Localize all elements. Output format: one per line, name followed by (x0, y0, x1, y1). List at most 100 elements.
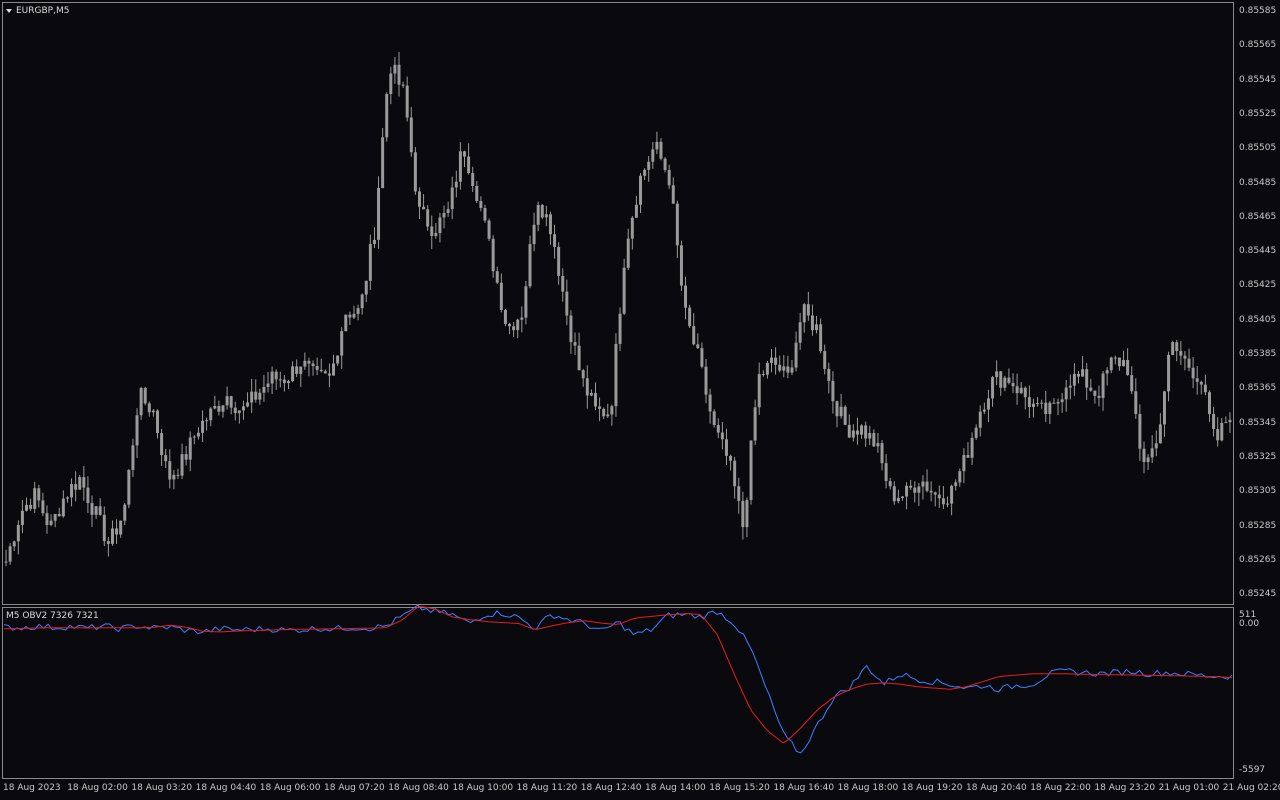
candle-body (921, 481, 925, 487)
candle-body (417, 191, 421, 207)
candle-body (282, 379, 286, 384)
candle-body (299, 366, 303, 374)
candle-body (1003, 377, 1007, 388)
candle-body (438, 217, 442, 234)
candle-body (188, 437, 192, 460)
price-scale-label: 0.85505 (1239, 143, 1277, 154)
symbol-title[interactable]: EURGBP,M5 (6, 6, 69, 16)
dropdown-arrow-icon[interactable] (6, 8, 12, 13)
candle-body (917, 486, 921, 493)
candle-body (512, 326, 516, 331)
candle-body (483, 207, 487, 221)
candle-body (147, 403, 151, 413)
candle-body (958, 471, 962, 483)
candle-body (716, 425, 720, 433)
candle-body (929, 490, 933, 493)
candle-body (458, 151, 462, 182)
candle-body (1060, 399, 1064, 403)
candle-body (61, 498, 65, 517)
indicator-title: M5 OBV2 7326 7321 (6, 611, 99, 621)
candle-body (839, 406, 843, 417)
candle-body (720, 432, 724, 440)
candle-body (794, 342, 798, 368)
candle-body (573, 342, 577, 346)
candle-body (250, 391, 254, 403)
candle-body (1085, 369, 1089, 388)
candle-body (1077, 373, 1080, 377)
candle-body (868, 433, 872, 439)
candle-body (327, 373, 331, 376)
candle-body (1031, 403, 1035, 408)
time-axis-label: 18 Aug 19:20 (901, 783, 963, 793)
candle-body (115, 528, 119, 535)
candle-body (360, 294, 364, 309)
candle-body (598, 406, 602, 409)
price-scale-label: 0.85265 (1239, 554, 1277, 565)
candle-body (12, 541, 16, 547)
candle-body (65, 497, 69, 499)
candle-body (393, 64, 397, 74)
candle-body (1162, 391, 1166, 425)
price-scale-label: 0.85365 (1239, 383, 1277, 394)
candle-body (29, 504, 33, 509)
candle-body (495, 271, 499, 283)
candle-body (1183, 355, 1187, 359)
candle-body (286, 381, 290, 384)
candle-body (847, 424, 851, 438)
candle-body (401, 84, 405, 86)
price-scale-label: 0.85485 (1239, 177, 1277, 188)
candle-body (1048, 402, 1052, 415)
candle-body (978, 411, 982, 428)
price-scale-label: 0.85465 (1239, 211, 1277, 222)
candle-body (98, 506, 102, 515)
candle-body (524, 286, 528, 318)
candle-body (900, 496, 904, 498)
candle-body (503, 310, 507, 324)
candle-body (741, 500, 745, 528)
candle-body (332, 363, 336, 376)
candle-body (385, 94, 389, 138)
candle-body (8, 546, 12, 562)
candle-body (336, 355, 340, 364)
candle-body (962, 455, 966, 472)
candle-body (1081, 369, 1085, 377)
candle-body (1150, 448, 1154, 458)
candle-body (790, 367, 794, 373)
candle-body (581, 370, 585, 379)
price-scale[interactable]: 0.85585 0.85565 0.85545 0.85525 0.85505 0.854… (1235, 0, 1280, 605)
candle-body (1052, 402, 1056, 404)
candle-body (671, 185, 675, 204)
candle-body (434, 233, 438, 236)
candle-body (315, 366, 319, 370)
chart-window[interactable]: EURGBP,M5 M5 OBV2 7326 7321 0.85585 0.855… (0, 0, 1280, 800)
candle-body (937, 494, 941, 499)
candle-body (1007, 377, 1011, 383)
candle-body (544, 214, 548, 218)
candle-body (1015, 386, 1019, 394)
candle-body (213, 405, 217, 409)
candle-body (1158, 424, 1162, 444)
indicator-scale[interactable]: 511 0.00 -5597 (1235, 605, 1280, 785)
candle-body (733, 460, 737, 487)
candlestick-series (3, 51, 1233, 754)
time-axis[interactable]: 18 Aug 2023 18 Aug 02:00 18 Aug 03:20 18 Au… (0, 780, 1280, 800)
candle-body (1117, 357, 1121, 367)
candle-body (196, 432, 200, 437)
price-scale-label: 0.85385 (1239, 349, 1277, 359)
candle-body (692, 326, 696, 345)
candle-body (381, 137, 385, 189)
candle-body (827, 368, 831, 381)
candle-body (708, 394, 712, 412)
candle-body (786, 366, 790, 373)
candle-body (1011, 382, 1015, 387)
candle-body (119, 520, 123, 535)
candle-body (323, 371, 327, 374)
candle-body (941, 498, 945, 505)
candle-body (454, 181, 458, 188)
candle-body (663, 158, 667, 171)
candle-body (561, 275, 565, 292)
candle-body (700, 348, 704, 367)
candle-body (94, 506, 98, 515)
candle-body (815, 324, 819, 331)
candle-body (409, 117, 413, 153)
